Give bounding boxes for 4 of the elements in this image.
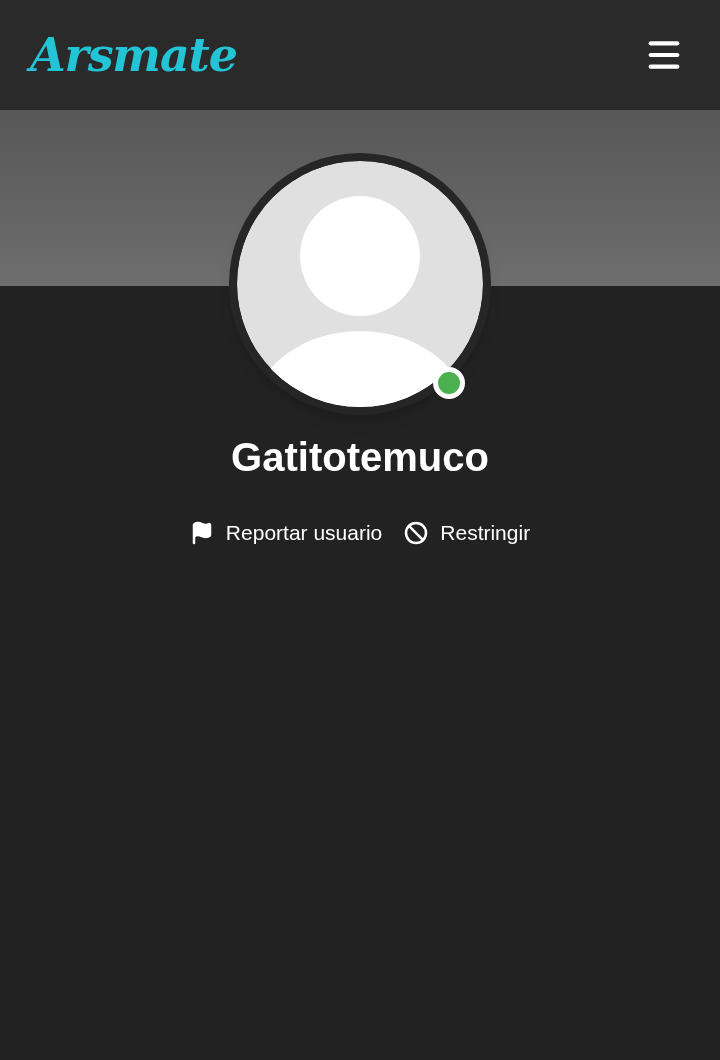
ban-icon <box>404 520 429 545</box>
username: Gatitotemuco <box>231 434 489 481</box>
report-user-button[interactable]: Reportar usuario <box>189 517 383 549</box>
restrict-button[interactable]: Restringir <box>404 517 531 549</box>
